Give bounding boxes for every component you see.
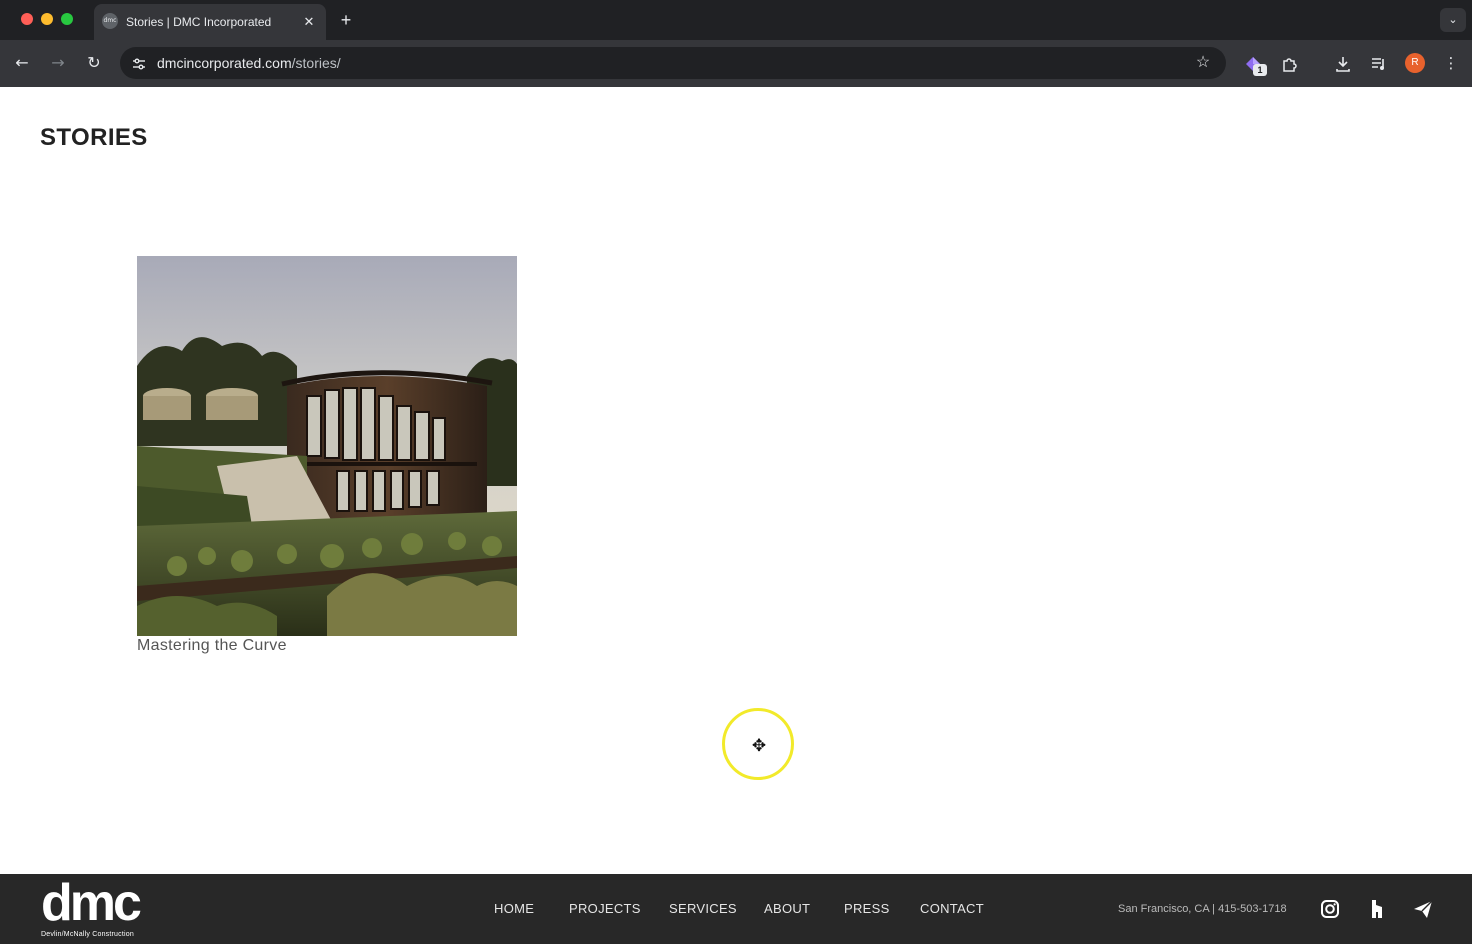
footer-nav-about[interactable]: ABOUT (764, 874, 810, 944)
minimize-window-button[interactable] (41, 13, 53, 25)
tab-search-icon[interactable]: ⌄ (1440, 8, 1466, 32)
page-title: STORIES (40, 124, 148, 151)
dmc-logo[interactable]: dmc Devlin/McNally Construction (41, 874, 153, 940)
profile-avatar[interactable]: R (1405, 53, 1425, 73)
address-bar[interactable]: dmcincorporated.com/stories/ ☆ (120, 47, 1226, 79)
tab-close-icon[interactable]: ✕ (300, 13, 318, 31)
tab-title: Stories | DMC Incorporated (126, 15, 272, 29)
story-image[interactable] (137, 256, 517, 636)
houzz-icon[interactable] (1366, 898, 1388, 920)
favicon-icon: dmc (102, 13, 118, 29)
story-card[interactable]: Mastering the Curve (137, 256, 517, 654)
site-footer: dmc Devlin/McNally Construction HOME PRO… (0, 874, 1472, 944)
footer-contact-info: San Francisco, CA | 415-503-1718 (1118, 903, 1287, 915)
url-path: /stories/ (291, 55, 341, 71)
new-tab-button[interactable]: + (336, 8, 356, 32)
bookmark-star-icon[interactable]: ☆ (1192, 52, 1214, 74)
close-window-button[interactable] (21, 13, 33, 25)
back-button[interactable]: ← (11, 52, 33, 74)
puzzle-icon[interactable] (1279, 52, 1301, 74)
paper-plane-icon[interactable] (1412, 898, 1434, 920)
footer-nav-press[interactable]: PRESS (844, 874, 890, 944)
story-caption[interactable]: Mastering the Curve (137, 637, 287, 655)
download-icon[interactable] (1332, 52, 1354, 74)
instagram-icon[interactable] (1319, 898, 1341, 920)
footer-nav-projects[interactable]: PROJECTS (569, 874, 641, 944)
media-icon[interactable] (1368, 52, 1390, 74)
reload-button[interactable]: ↻ (83, 52, 105, 74)
footer-nav-home[interactable]: HOME (494, 874, 534, 944)
footer-nav-contact[interactable]: CONTACT (920, 874, 984, 944)
url-text[interactable]: dmcincorporated.com/stories/ (157, 47, 341, 79)
move-cursor-icon: ✥ (751, 736, 767, 756)
menu-icon[interactable]: ⋮ (1440, 52, 1462, 74)
browser-tab-strip: dmc Stories | DMC Incorporated ✕ + ⌄ (0, 0, 1472, 40)
footer-nav-services[interactable]: SERVICES (669, 874, 737, 944)
site-info-icon[interactable] (129, 53, 149, 73)
logo-text: dmc (41, 874, 142, 932)
extension-badge: 1 (1253, 64, 1267, 76)
browser-tab-active[interactable]: dmc Stories | DMC Incorporated ✕ (94, 4, 326, 40)
url-domain: dmcincorporated.com (157, 55, 292, 71)
browser-toolbar: ← → ↻ dmcincorporated.com/stories/ ☆ ⋮ (0, 40, 1472, 87)
forward-button[interactable]: → (47, 52, 69, 74)
maximize-window-button[interactable] (61, 13, 73, 25)
